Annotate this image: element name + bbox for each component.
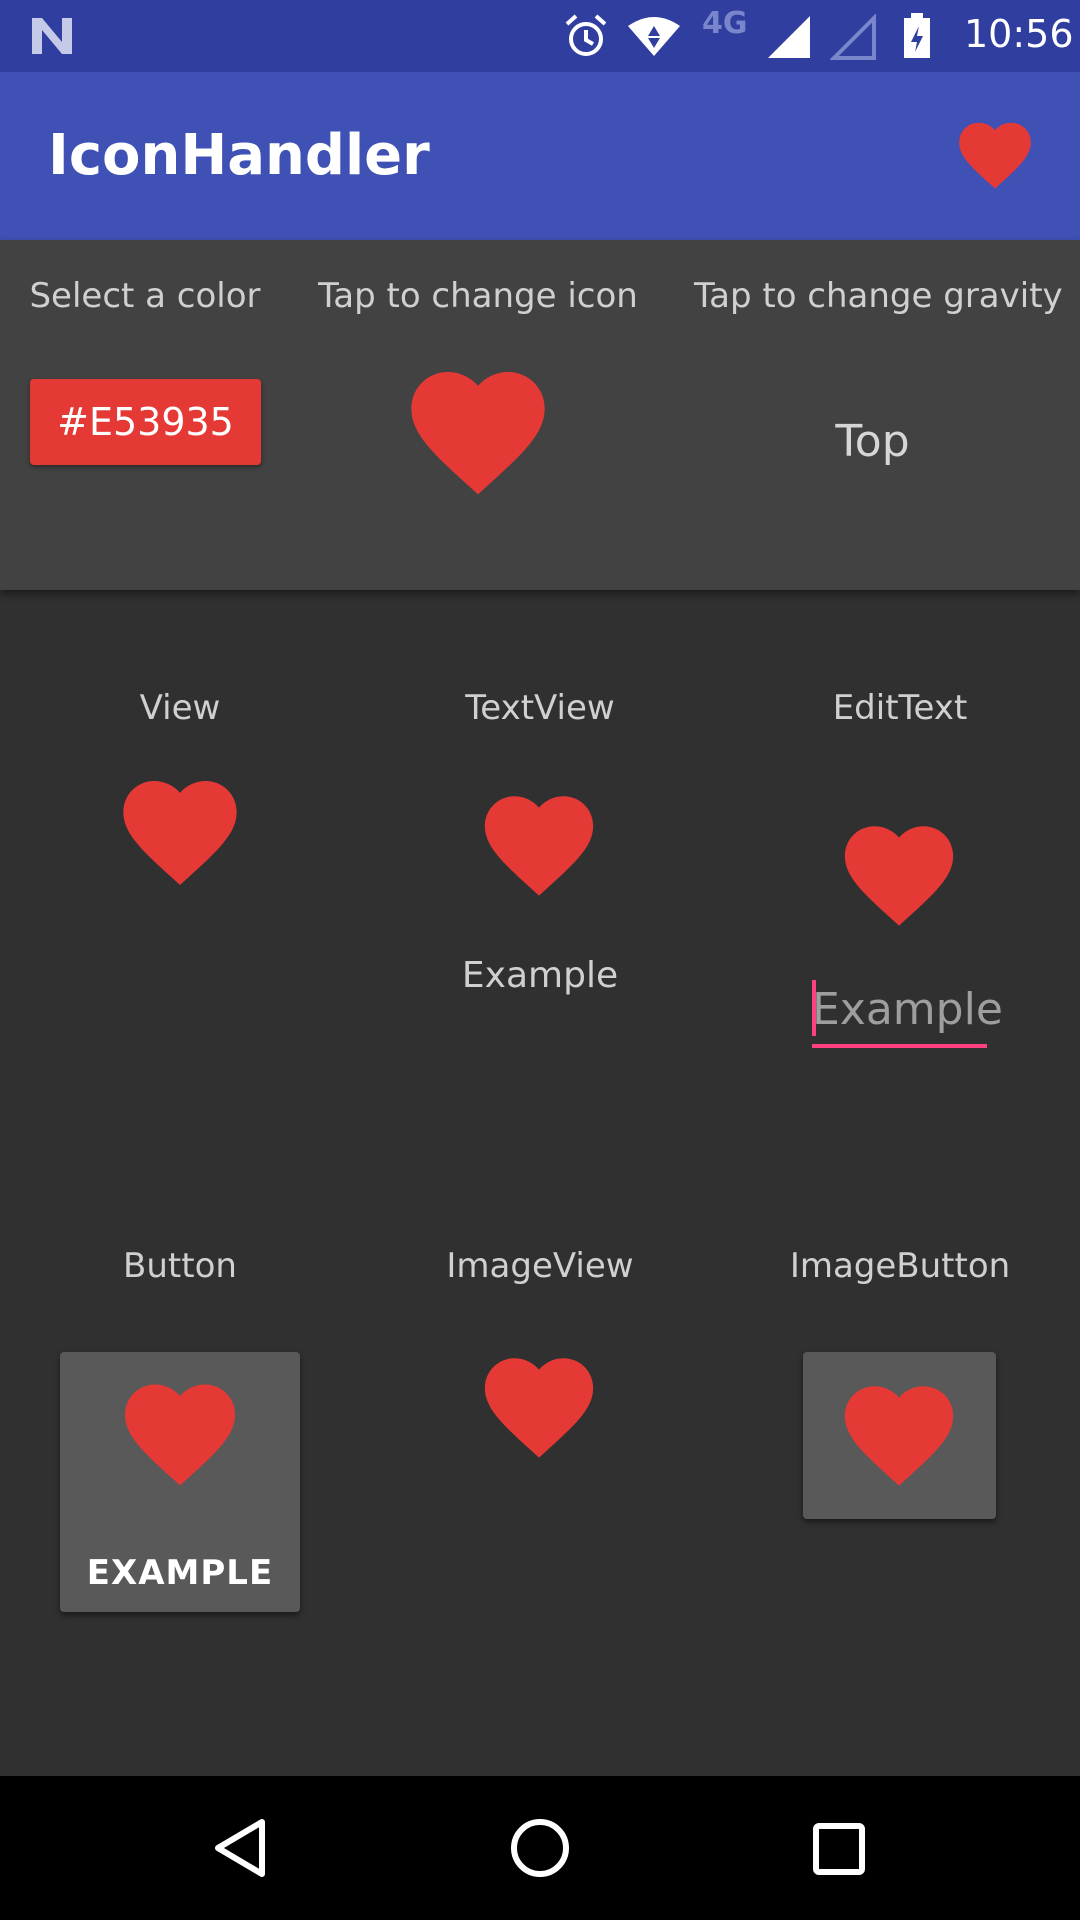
button-heart-icon xyxy=(114,1368,246,1500)
imageview-heart-icon xyxy=(474,1342,604,1472)
textview-heart-icon xyxy=(474,780,604,910)
button-label: Button xyxy=(123,1246,237,1286)
select-color-label: Select a color xyxy=(29,276,261,316)
edittext-underline xyxy=(812,1044,987,1048)
view-label: View xyxy=(139,688,221,728)
edittext-label: EditText xyxy=(832,688,968,728)
imagebutton-label: ImageButton xyxy=(789,1246,1011,1286)
textview-label: TextView xyxy=(465,688,615,728)
recents-icon[interactable] xyxy=(808,1818,872,1882)
signal-icon xyxy=(768,16,810,58)
notification-n-icon xyxy=(32,18,72,54)
text-cursor xyxy=(812,980,816,1036)
battery-charging-icon xyxy=(904,13,930,58)
change-gravity-label: Tap to change gravity xyxy=(694,276,1063,316)
color-picker-button[interactable]: #E53935 xyxy=(30,379,261,465)
imageview-label: ImageView xyxy=(446,1246,634,1286)
edittext-input[interactable]: Example xyxy=(812,980,1003,1040)
status-bar: 4G 10:56 xyxy=(0,0,1080,72)
gravity-value[interactable]: Top xyxy=(780,410,965,474)
edittext-heart-icon xyxy=(834,810,964,940)
home-icon[interactable] xyxy=(508,1816,572,1880)
signal-empty-icon xyxy=(830,14,876,60)
example-button-label: EXAMPLE xyxy=(86,1553,274,1593)
change-icon-button[interactable] xyxy=(398,352,558,512)
back-icon[interactable] xyxy=(210,1816,274,1880)
network-type: 4G xyxy=(702,6,748,41)
app-title: IconHandler xyxy=(48,123,430,188)
imagebutton-heart-icon xyxy=(834,1370,964,1500)
textview-text: Example xyxy=(461,955,619,996)
status-time: 10:56 xyxy=(964,12,1074,56)
view-heart-icon xyxy=(112,764,248,900)
heart-icon[interactable] xyxy=(952,112,1038,198)
alarm-icon xyxy=(565,14,607,56)
wifi-icon xyxy=(628,17,680,56)
change-icon-label: Tap to change icon xyxy=(318,276,638,316)
